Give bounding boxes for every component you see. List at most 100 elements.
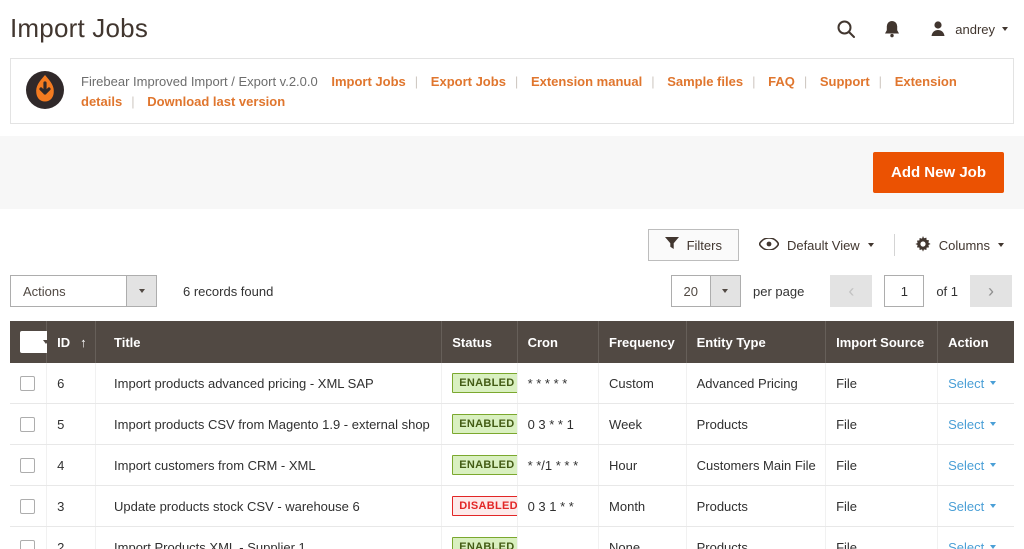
per-page-value: 20 <box>672 276 710 306</box>
per-page-dropdown[interactable]: 20 <box>671 275 741 307</box>
import-jobs-grid: ID↑ Title Status Cron Frequency Entity T… <box>10 321 1014 549</box>
row-select-action[interactable]: Select <box>948 376 996 391</box>
previous-page-button[interactable]: ‹ <box>830 275 872 307</box>
column-header-title[interactable]: Title <box>96 321 442 363</box>
next-page-button[interactable]: › <box>970 275 1012 307</box>
user-menu[interactable]: andrey <box>928 19 1008 39</box>
column-header-cron[interactable]: Cron <box>517 321 598 363</box>
row-checkbox[interactable] <box>20 499 35 514</box>
notifications-bell-icon[interactable] <box>882 19 902 39</box>
actions-dropdown[interactable]: Actions <box>10 275 157 307</box>
extension-link[interactable]: FAQ <box>768 74 795 89</box>
link-separator-icon: | <box>804 74 807 89</box>
cell-id: 2 <box>47 527 96 549</box>
table-row: 4 Import customers from CRM - XML ENABLE… <box>10 445 1014 486</box>
sort-ascending-icon: ↑ <box>80 335 87 350</box>
chevron-down-icon <box>1002 27 1008 31</box>
extension-link[interactable]: Download last version <box>147 94 285 109</box>
page-header: Import Jobs andrey <box>0 0 1024 56</box>
cell-title: Import customers from CRM - XML <box>96 445 442 486</box>
cell-cron: * * * * * <box>517 363 598 404</box>
column-header-id[interactable]: ID↑ <box>47 321 96 363</box>
cell-id: 5 <box>47 404 96 445</box>
per-page-label: per page <box>753 284 804 299</box>
cell-import-source: File <box>826 404 938 445</box>
cell-cron <box>517 527 598 549</box>
row-select-action[interactable]: Select <box>948 540 996 549</box>
column-header-import-source[interactable]: Import Source <box>826 321 938 363</box>
eye-icon <box>759 238 779 253</box>
chevron-right-icon: › <box>988 281 994 302</box>
view-label: Default View <box>787 238 860 253</box>
column-header-status[interactable]: Status <box>442 321 517 363</box>
table-row: 2 Import Products XML - Supplier 1 ENABL… <box>10 527 1014 549</box>
cell-import-source: File <box>826 527 938 549</box>
chevron-down-icon <box>990 545 996 549</box>
chevron-down-icon <box>126 276 156 306</box>
row-checkbox[interactable] <box>20 458 35 473</box>
grid-controls-row: Actions 6 records found 20 per page ‹ of… <box>0 261 1024 319</box>
row-select-action[interactable]: Select <box>948 499 996 514</box>
chevron-down-icon <box>868 243 874 247</box>
cell-title: Import products CSV from Magento 1.9 - e… <box>96 404 442 445</box>
cell-entity-type: Products <box>686 486 826 527</box>
records-found-text: 6 records found <box>183 284 273 299</box>
row-select-action[interactable]: Select <box>948 417 996 432</box>
cell-entity-type: Products <box>686 527 826 549</box>
table-row: 5 Import products CSV from Magento 1.9 -… <box>10 404 1014 445</box>
chevron-down-icon <box>990 463 996 467</box>
cell-title: Import Products XML - Supplier 1 <box>96 527 442 549</box>
status-badge: ENABLED <box>452 414 517 434</box>
search-icon[interactable] <box>836 19 856 39</box>
link-separator-icon: | <box>131 94 134 109</box>
filters-button[interactable]: Filters <box>648 229 739 261</box>
cell-id: 4 <box>47 445 96 486</box>
view-selector[interactable]: Default View <box>759 238 874 253</box>
page-actions-band: Add New Job <box>0 136 1024 209</box>
extension-link[interactable]: Export Jobs <box>431 74 506 89</box>
chevron-down-icon <box>998 243 1004 247</box>
extension-link[interactable]: Import Jobs <box>331 74 405 89</box>
status-badge: DISABLED <box>452 496 517 516</box>
row-select-action[interactable]: Select <box>948 458 996 473</box>
cell-import-source: File <box>826 486 938 527</box>
extension-links: Firebear Improved Import / Export v.2.0.… <box>81 70 999 112</box>
cell-import-source: File <box>826 445 938 486</box>
grid-header-row: ID↑ Title Status Cron Frequency Entity T… <box>10 321 1014 363</box>
actions-dropdown-value: Actions <box>11 276 126 306</box>
cell-entity-type: Advanced Pricing <box>686 363 826 404</box>
extension-version-label: Firebear Improved Import / Export v.2.0.… <box>81 74 318 89</box>
page-total-label: of 1 <box>936 284 958 299</box>
extension-link[interactable]: Sample files <box>667 74 743 89</box>
extension-link[interactable]: Support <box>820 74 870 89</box>
columns-selector[interactable]: Columns <box>915 236 1004 255</box>
row-checkbox[interactable] <box>20 540 35 549</box>
row-checkbox[interactable] <box>20 417 35 432</box>
cell-cron: 0 3 * * 1 <box>517 404 598 445</box>
cell-import-source: File <box>826 363 938 404</box>
cell-title: Import products advanced pricing - XML S… <box>96 363 442 404</box>
page-title: Import Jobs <box>10 13 148 44</box>
extension-link[interactable]: Extension manual <box>531 74 642 89</box>
filters-label: Filters <box>687 238 722 253</box>
row-checkbox[interactable] <box>20 376 35 391</box>
filter-funnel-icon <box>665 237 679 253</box>
column-header-entity-type[interactable]: Entity Type <box>686 321 826 363</box>
columns-label: Columns <box>939 238 990 253</box>
column-header-frequency[interactable]: Frequency <box>599 321 687 363</box>
table-row: 6 Import products advanced pricing - XML… <box>10 363 1014 404</box>
cell-frequency: Custom <box>599 363 687 404</box>
table-row: 3 Update products stock CSV - warehouse … <box>10 486 1014 527</box>
link-separator-icon: | <box>752 74 755 89</box>
page-number-input[interactable] <box>884 275 924 307</box>
cell-entity-type: Customers Main File <box>686 445 826 486</box>
grid-body: 6 Import products advanced pricing - XML… <box>10 363 1014 549</box>
column-header-action[interactable]: Action <box>938 321 1014 363</box>
user-avatar-icon <box>928 19 948 39</box>
link-separator-icon: | <box>879 74 882 89</box>
add-new-job-button[interactable]: Add New Job <box>873 152 1004 193</box>
status-badge: ENABLED <box>452 455 517 475</box>
cell-frequency: Month <box>599 486 687 527</box>
firebear-flame-logo-icon <box>25 70 65 110</box>
status-badge: ENABLED <box>452 537 517 549</box>
